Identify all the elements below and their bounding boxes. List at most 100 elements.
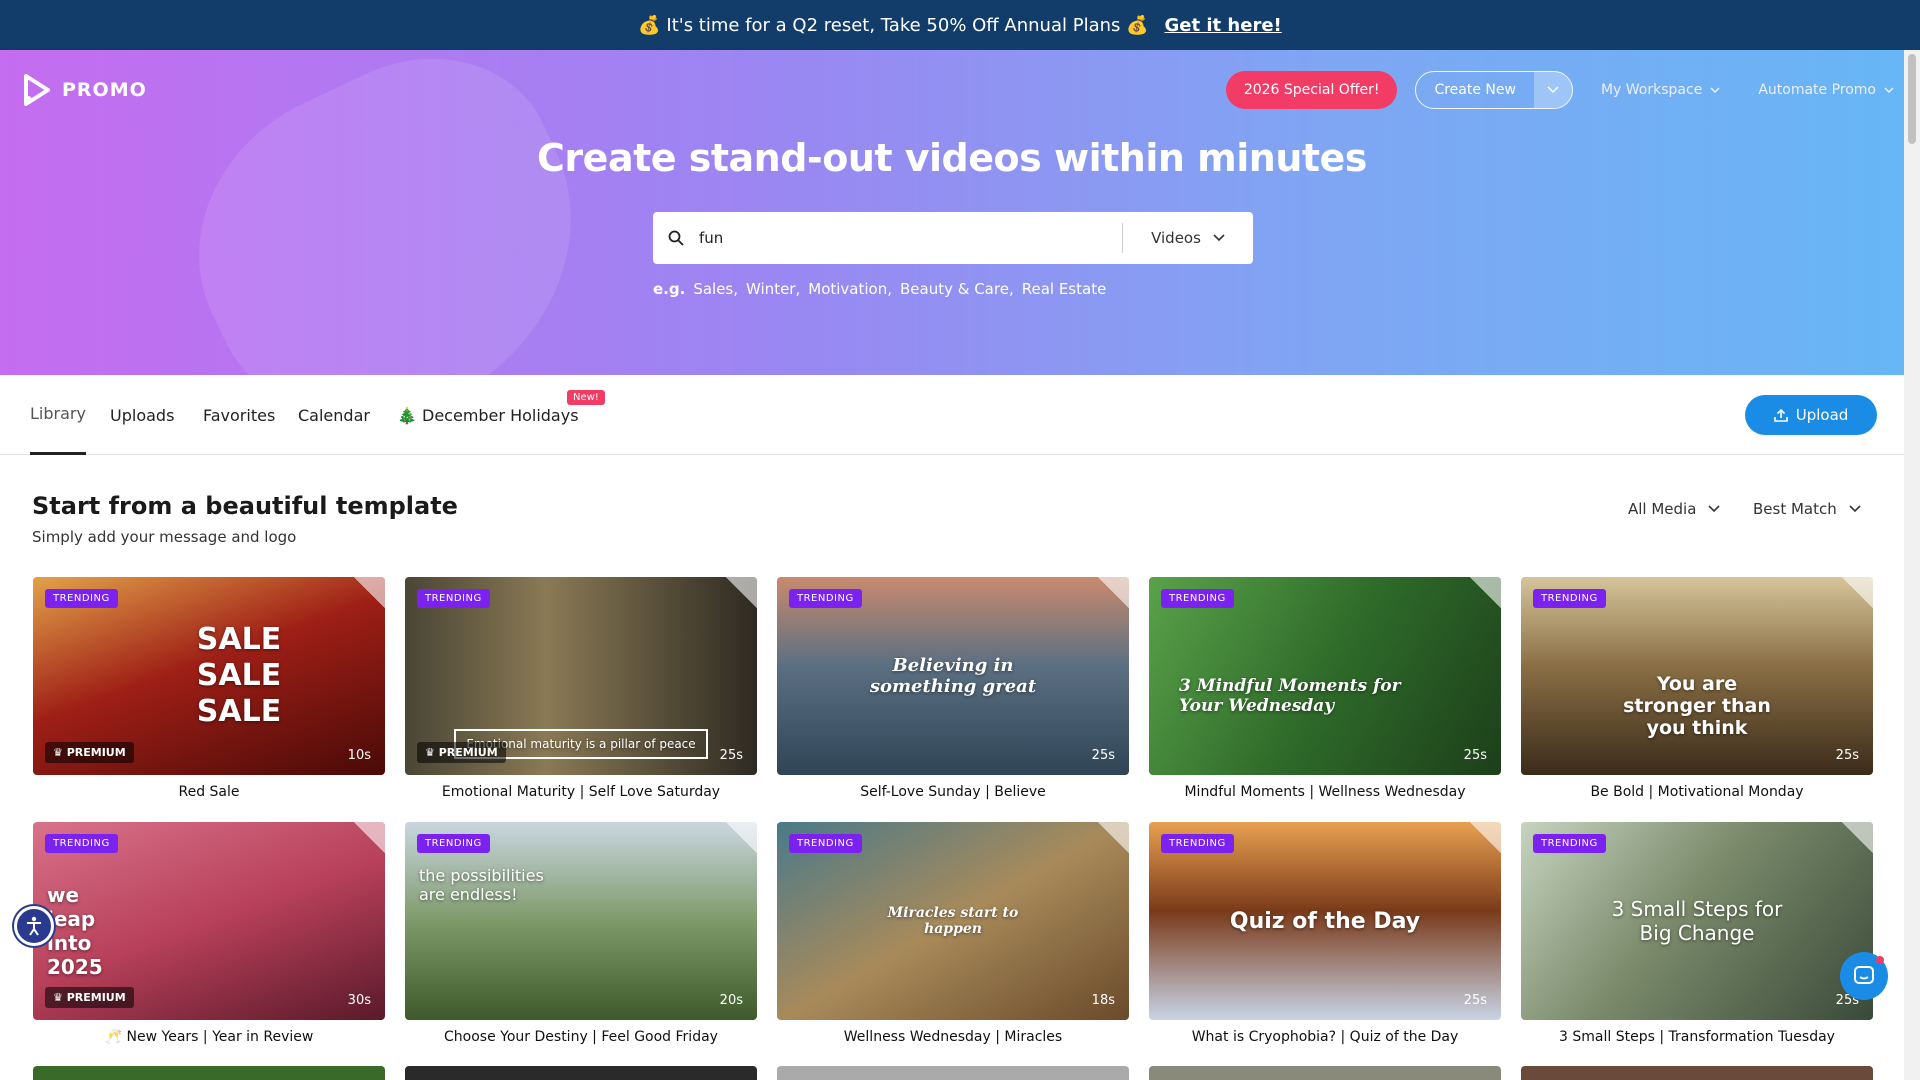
card-duration: 25s	[719, 748, 743, 763]
premium-badge: ♛ PREMIUM	[45, 987, 134, 1008]
upload-button[interactable]: Upload	[1745, 395, 1877, 435]
chevron-down-icon	[1884, 87, 1894, 93]
new-badge: New!	[567, 390, 605, 405]
template-card-peek[interactable]	[405, 1066, 757, 1080]
tab-library[interactable]: Library	[30, 375, 86, 455]
tab-uploads[interactable]: Uploads	[110, 375, 174, 455]
chevron-down-icon	[1710, 87, 1720, 93]
premium-badge: ♛ PREMIUM	[417, 742, 506, 763]
logo[interactable]: PROMO	[22, 74, 147, 106]
hero-background-hand	[148, 50, 632, 375]
preview-ribbon	[1821, 822, 1873, 874]
upload-label: Upload	[1795, 406, 1849, 424]
trending-badge: TRENDING	[45, 834, 118, 853]
card-title[interactable]: 3 Small Steps | Transformation Tuesday	[1521, 1029, 1873, 1045]
scrollbar-thumb[interactable]	[1908, 54, 1916, 144]
preview-ribbon	[1821, 577, 1873, 629]
tab-favorites[interactable]: Favorites	[203, 375, 275, 455]
chat-icon	[1854, 966, 1874, 984]
tab-calendar[interactable]: Calendar	[298, 375, 370, 455]
template-card[interactable]: Miracles start to happen TRENDING 18s	[777, 822, 1129, 1020]
card-duration: 25s	[1091, 748, 1115, 763]
page-scrollbar[interactable]	[1904, 50, 1920, 1080]
template-card[interactable]: You are stronger than you think TRENDING…	[1521, 577, 1873, 775]
card-title[interactable]: 🥂 New Years | Year in Review	[33, 1029, 385, 1045]
tab-december-holidays[interactable]: 🎄 December Holidays	[397, 375, 579, 455]
card-title[interactable]: Mindful Moments | Wellness Wednesday	[1149, 784, 1501, 800]
automate-promo-label: Automate Promo	[1758, 82, 1876, 98]
suggestion-link[interactable]: Real Estate	[1022, 280, 1107, 298]
section-title: Start from a beautiful template	[32, 492, 458, 520]
trending-badge: TRENDING	[1161, 589, 1234, 608]
special-offer-button[interactable]: 2026 Special Offer!	[1225, 71, 1398, 109]
template-card-peek[interactable]	[33, 1066, 385, 1080]
template-card[interactable]: 3 Mindful Moments for Your Wednesday TRE…	[1149, 577, 1501, 775]
search-input[interactable]: fun	[699, 229, 1122, 247]
preview-ribbon	[333, 577, 385, 629]
chevron-down-icon	[1708, 505, 1720, 513]
template-card-peek[interactable]	[777, 1066, 1129, 1080]
search-bar: fun Videos	[653, 212, 1253, 264]
search-suggestions: e.g. Sales, Winter, Motivation, Beauty &…	[653, 280, 1106, 298]
card-duration: 20s	[719, 993, 743, 1008]
chevron-down-icon	[1547, 86, 1559, 94]
trending-badge: TRENDING	[1533, 834, 1606, 853]
banner-text: 💰 It's time for a Q2 reset, Take 50% Off…	[638, 14, 1149, 36]
preview-ribbon	[1077, 577, 1129, 629]
trending-badge: TRENDING	[789, 834, 862, 853]
search-icon	[653, 230, 699, 246]
preview-ribbon	[705, 577, 757, 629]
card-title[interactable]: What is Cryophobia? | Quiz of the Day	[1149, 1029, 1501, 1045]
chat-button[interactable]	[1840, 952, 1888, 1000]
create-new-dropdown[interactable]	[1533, 72, 1572, 108]
card-title[interactable]: Red Sale	[33, 784, 385, 800]
notification-dot	[1876, 956, 1884, 964]
suggestion-link[interactable]: Beauty & Care,	[900, 280, 1014, 298]
create-new-button[interactable]: Create New	[1415, 71, 1573, 109]
card-title[interactable]: Be Bold | Motivational Monday	[1521, 784, 1873, 800]
my-workspace-label: My Workspace	[1600, 82, 1703, 98]
template-card[interactable]: SALE SALE SALE TRENDING ♛ PREMIUM 10s	[33, 577, 385, 775]
trending-badge: TRENDING	[417, 834, 490, 853]
card-title[interactable]: Emotional Maturity | Self Love Saturday	[405, 784, 757, 800]
template-card[interactable]: Quiz of the Day TRENDING 25s	[1149, 822, 1501, 1020]
chevron-down-icon	[1213, 234, 1225, 242]
my-workspace-menu[interactable]: My Workspace	[1591, 82, 1730, 98]
trending-badge: TRENDING	[1161, 834, 1234, 853]
header-nav: 2026 Special Offer! Create New My Worksp…	[1225, 70, 1904, 110]
trending-badge: TRENDING	[1533, 589, 1606, 608]
hero-title: Create stand-out videos within minutes	[537, 136, 1367, 180]
template-card-peek[interactable]	[1521, 1066, 1873, 1080]
banner-cta-link[interactable]: Get it here!	[1165, 15, 1282, 36]
suggestion-link[interactable]: Motivation,	[808, 280, 892, 298]
create-new-label: Create New	[1434, 82, 1516, 98]
template-card-peek[interactable]	[1149, 1066, 1501, 1080]
trending-badge: TRENDING	[789, 589, 862, 608]
card-title[interactable]: Self-Love Sunday | Believe	[777, 784, 1129, 800]
card-title[interactable]: Wellness Wednesday | Miracles	[777, 1029, 1129, 1045]
preview-ribbon	[1449, 822, 1501, 874]
media-filter-label: All Media	[1628, 500, 1697, 518]
sort-dropdown[interactable]: Best Match	[1753, 500, 1861, 518]
hero-section: PROMO 2026 Special Offer! Create New My …	[0, 50, 1904, 375]
media-type-select[interactable]: Videos	[1123, 229, 1253, 247]
section-subtitle: Simply add your message and logo	[32, 528, 297, 546]
preview-ribbon	[1449, 577, 1501, 629]
suggestion-link[interactable]: Sales,	[693, 280, 738, 298]
suggestion-link[interactable]: Winter,	[746, 280, 800, 298]
logo-text: PROMO	[62, 79, 147, 101]
promo-logo-icon	[24, 74, 50, 106]
template-card[interactable]: Emotional maturity is a pillar of peace …	[405, 577, 757, 775]
library-tabs: Library Uploads Favorites Calendar 🎄 Dec…	[0, 375, 1904, 455]
accessibility-button[interactable]	[14, 906, 54, 946]
template-card[interactable]: the possibilities are endless! TRENDING …	[405, 822, 757, 1020]
media-type-value: Videos	[1151, 229, 1201, 247]
template-card[interactable]: 3 Small Steps for Big Change TRENDING 25…	[1521, 822, 1873, 1020]
template-card[interactable]: Believing in something great TRENDING 25…	[777, 577, 1129, 775]
card-duration: 25s	[1463, 748, 1487, 763]
template-card[interactable]: we leap into 2025 TRENDING ♛ PREMIUM 30s	[33, 822, 385, 1020]
card-title[interactable]: Choose Your Destiny | Feel Good Friday	[405, 1029, 757, 1045]
chevron-down-icon	[1849, 505, 1861, 513]
automate-promo-menu[interactable]: Automate Promo	[1748, 82, 1904, 98]
media-filter-dropdown[interactable]: All Media	[1628, 500, 1720, 518]
